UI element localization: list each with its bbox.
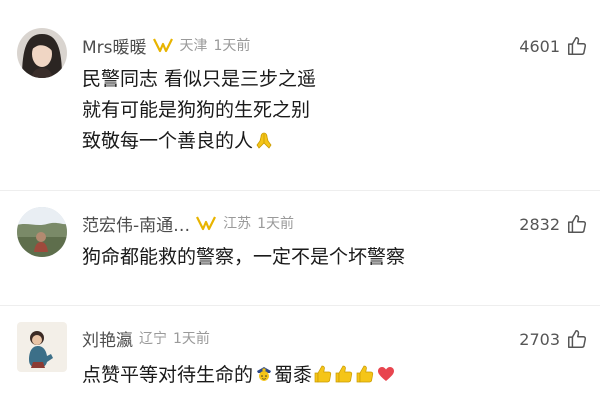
comment-line: 民警同志 看似只是三步之遥 [82, 68, 317, 90]
comment-item: Mrs暖暖 天津 1天前 4601 民警同志 看似只是三步之遥 就有可能是狗狗的… [0, 0, 600, 185]
vip-badge-icon [195, 214, 217, 232]
comment-line-text: 致敬每一个善良的人 [82, 130, 254, 152]
comment-item: 范宏伟-南通… 江苏 1天前 2832 狗命都能救的警察，一定不是个坏警察 [0, 190, 600, 305]
location: 江苏 [223, 216, 252, 232]
comment-meta: 范宏伟-南通… 江苏 1天前 [82, 210, 294, 236]
avatar[interactable] [17, 207, 67, 257]
like-button[interactable]: 2703 [519, 326, 588, 352]
comment-line: 狗命都能救的警察，一定不是个坏警察 [82, 246, 406, 268]
username[interactable]: 刘艳瀛 [82, 326, 133, 351]
comment-text: 民警同志 看似只是三步之遥 就有可能是狗狗的生死之别 致敬每一个善良的人 [82, 64, 316, 157]
vip-badge-icon [152, 36, 174, 54]
username[interactable]: 范宏伟-南通… [82, 211, 190, 236]
timestamp: 1天前 [213, 38, 251, 54]
comment-line: 点赞平等对待生命的 蜀黍 [82, 360, 396, 391]
red-heart-emoji [376, 363, 396, 383]
like-count: 2703 [519, 329, 560, 349]
praying-hands-emoji [254, 129, 274, 149]
comment-text: 点赞平等对待生命的 蜀黍 [82, 360, 396, 391]
comment-item: 刘艳瀛 辽宁 1天前 2703 点赞平等对待生命的 蜀黍 [0, 305, 600, 400]
thumbs-up-emoji [334, 363, 354, 383]
username[interactable]: Mrs暖暖 [82, 33, 147, 58]
like-count: 2832 [519, 214, 560, 234]
avatar[interactable] [17, 322, 67, 372]
thumbs-up-icon [568, 37, 587, 55]
location: 辽宁 [139, 331, 167, 347]
like-button[interactable]: 4601 [519, 33, 588, 59]
timestamp: 1天前 [173, 331, 210, 347]
thumbs-up-icon [568, 215, 587, 233]
comment-text: 狗命都能救的警察，一定不是个坏警察 [82, 242, 405, 273]
location: 天津 [179, 38, 208, 54]
police-officer-emoji [254, 363, 274, 383]
comment-line-text: 蜀黍 [274, 364, 313, 386]
comment-meta: 刘艳瀛 辽宁 1天前 [82, 325, 210, 351]
thumbs-up-emoji [355, 363, 375, 383]
thumbs-up-icon [568, 330, 587, 348]
comment-line: 就有可能是狗狗的生死之别 [82, 99, 311, 121]
thumbs-up-emoji [313, 363, 333, 383]
like-button[interactable]: 2832 [519, 211, 588, 237]
comment-meta: Mrs暖暖 天津 1天前 [82, 32, 250, 58]
avatar[interactable] [17, 28, 67, 78]
comment-feed: Mrs暖暖 天津 1天前 4601 民警同志 看似只是三步之遥 就有可能是狗狗的… [0, 0, 600, 400]
comment-line: 致敬每一个善良的人 [82, 126, 316, 157]
timestamp: 1天前 [257, 216, 295, 232]
like-count: 4601 [519, 36, 560, 56]
comment-line-text: 点赞平等对待生命的 [82, 364, 254, 386]
